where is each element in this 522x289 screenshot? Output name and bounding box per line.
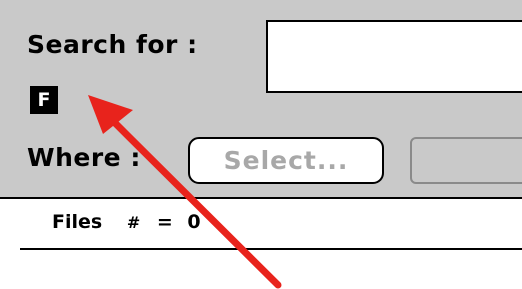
search-for-label: Search for : (27, 30, 198, 59)
divider (0, 197, 522, 199)
files-count: Files # = 0 (52, 213, 201, 232)
select-button[interactable]: Select... (188, 137, 384, 184)
hash-icon: # (126, 213, 141, 232)
files-count-value: 0 (187, 211, 201, 233)
find-button[interactable] (410, 137, 522, 184)
search-input[interactable] (266, 20, 522, 93)
files-label: Files (52, 211, 103, 233)
f-icon[interactable]: F (30, 86, 58, 114)
equals-sign: = (156, 211, 173, 233)
divider (20, 248, 522, 250)
where-label: Where : (27, 143, 141, 172)
